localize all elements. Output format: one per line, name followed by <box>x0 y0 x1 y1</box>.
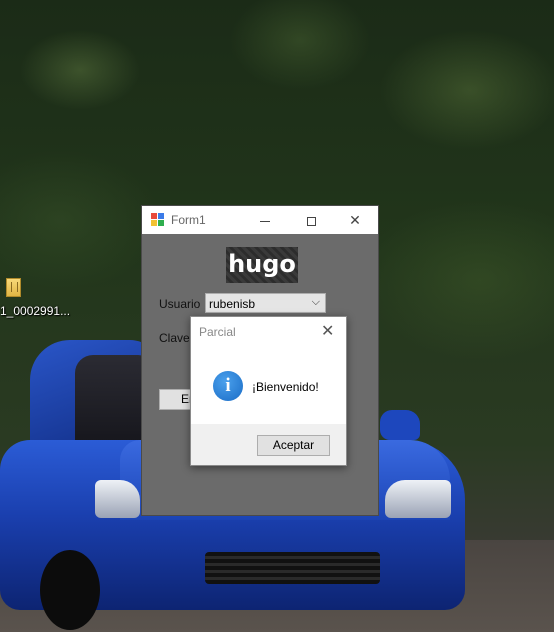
usuario-combobox[interactable]: rubenisb ⌵ <box>205 293 326 313</box>
car-headlight-left <box>95 480 140 518</box>
accept-button[interactable]: Aceptar <box>257 435 330 456</box>
app-icon <box>151 213 165 226</box>
usuario-label: Usuario <box>159 297 201 311</box>
message-box-title: Parcial <box>199 325 236 339</box>
car-mirror <box>380 410 420 440</box>
car-grille <box>205 552 380 584</box>
message-box-footer: Aceptar <box>191 424 346 465</box>
minimize-button[interactable] <box>242 206 288 234</box>
message-box: Parcial ✕ i ¡Bienvenido! Aceptar <box>190 316 347 466</box>
window-title: Form1 <box>171 213 206 227</box>
car-window <box>75 355 150 450</box>
minimize-icon <box>260 220 270 222</box>
car-wheel <box>40 550 100 630</box>
maximize-icon <box>306 216 316 226</box>
message-box-close-icon[interactable]: ✕ <box>321 321 334 341</box>
desktop-icon-label: 1_0002991... <box>0 304 71 318</box>
hugo-logo: hugo <box>226 247 298 283</box>
maximize-button[interactable] <box>288 206 334 234</box>
close-button[interactable]: ✕ <box>332 206 378 234</box>
usuario-combobox-value: rubenisb <box>209 297 256 311</box>
chevron-down-icon[interactable]: ⌵ <box>312 296 320 309</box>
car-headlight-right <box>385 480 451 518</box>
clave-label: Clave <box>159 331 190 345</box>
close-icon: ✕ <box>349 212 361 228</box>
file-zip-icon <box>6 278 21 297</box>
info-icon: i <box>213 371 243 401</box>
form1-titlebar[interactable]: Form1 ✕ <box>142 206 378 234</box>
message-text: ¡Bienvenido! <box>252 380 319 394</box>
